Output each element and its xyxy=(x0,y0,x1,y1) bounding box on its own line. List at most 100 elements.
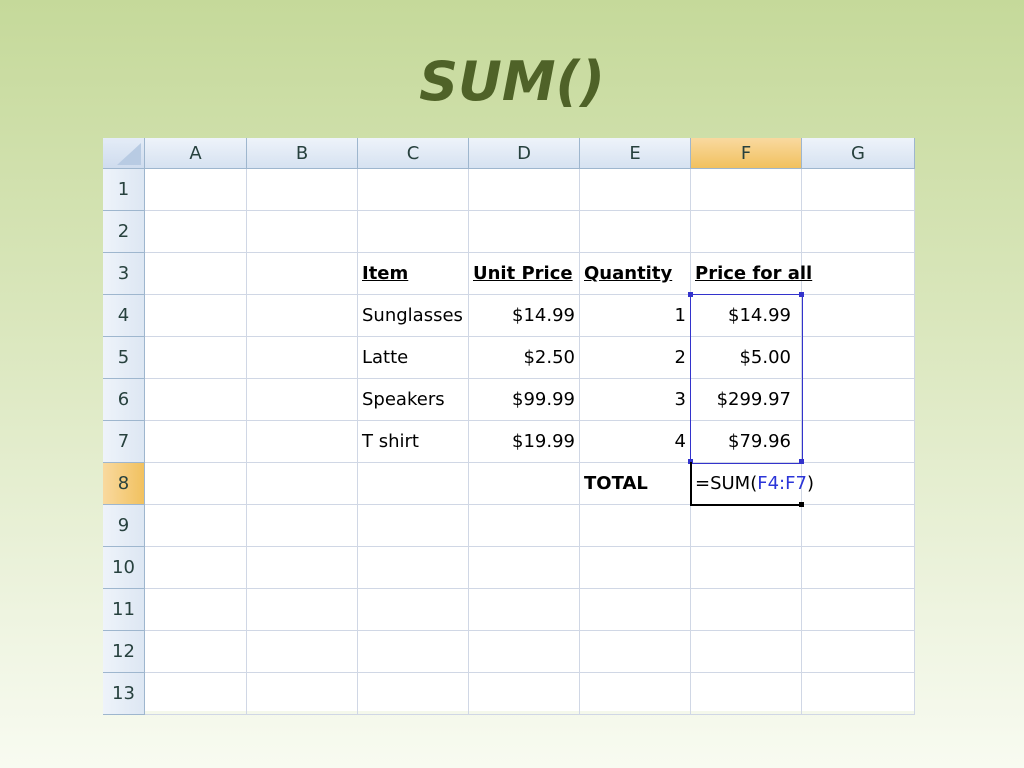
cell-b11[interactable] xyxy=(247,589,358,631)
row-header-7[interactable]: 7 xyxy=(103,421,145,463)
cell-b10[interactable] xyxy=(247,547,358,589)
row-header-1[interactable]: 1 xyxy=(103,169,145,211)
cell-d12[interactable] xyxy=(469,631,580,673)
cell-e8-total-label[interactable]: TOTAL xyxy=(580,463,691,505)
cell-b9[interactable] xyxy=(247,505,358,547)
column-header-d[interactable]: D xyxy=(469,138,580,169)
cell-d3-unit-price-header[interactable]: Unit Price xyxy=(469,253,580,295)
cell-e7-quantity[interactable]: 4 xyxy=(580,421,691,463)
column-header-e[interactable]: E xyxy=(580,138,691,169)
cell-f3-price-for-all-header[interactable]: Price for all xyxy=(691,253,812,295)
cell-f7-price-for-all[interactable]: $79.96 xyxy=(691,421,802,463)
cell-b4[interactable] xyxy=(247,295,358,337)
cell-f12[interactable] xyxy=(691,631,802,673)
cell-a9[interactable] xyxy=(145,505,247,547)
cell-c4-item[interactable]: Sunglasses xyxy=(358,295,469,337)
cell-g2[interactable] xyxy=(802,211,915,253)
cell-c3-item-header[interactable]: Item xyxy=(358,253,469,295)
cell-g5[interactable] xyxy=(802,337,915,379)
cell-c2[interactable] xyxy=(358,211,469,253)
row-header-4[interactable]: 4 xyxy=(103,295,145,337)
cell-c6-item[interactable]: Speakers xyxy=(358,379,469,421)
cell-a7[interactable] xyxy=(145,421,247,463)
cell-b7[interactable] xyxy=(247,421,358,463)
cell-d11[interactable] xyxy=(469,589,580,631)
cell-f9[interactable] xyxy=(691,505,802,547)
cell-a12[interactable] xyxy=(145,631,247,673)
cell-b13[interactable] xyxy=(247,673,358,715)
cell-f4-price-for-all[interactable]: $14.99 xyxy=(691,295,802,337)
cell-d10[interactable] xyxy=(469,547,580,589)
cell-a2[interactable] xyxy=(145,211,247,253)
cell-g11[interactable] xyxy=(802,589,915,631)
column-header-b[interactable]: B xyxy=(247,138,358,169)
cell-e13[interactable] xyxy=(580,673,691,715)
cell-f1[interactable] xyxy=(691,169,802,211)
cell-a3[interactable] xyxy=(145,253,247,295)
cell-c10[interactable] xyxy=(358,547,469,589)
cell-d5-unit-price[interactable]: $2.50 xyxy=(469,337,580,379)
cell-c13[interactable] xyxy=(358,673,469,715)
column-header-g[interactable]: G xyxy=(802,138,915,169)
cell-e1[interactable] xyxy=(580,169,691,211)
range-handle-bottom-left[interactable] xyxy=(688,459,693,464)
cell-d4-unit-price[interactable]: $14.99 xyxy=(469,295,580,337)
cell-b5[interactable] xyxy=(247,337,358,379)
cell-e5-quantity[interactable]: 2 xyxy=(580,337,691,379)
cell-e4-quantity[interactable]: 1 xyxy=(580,295,691,337)
column-header-c[interactable]: C xyxy=(358,138,469,169)
cell-a6[interactable] xyxy=(145,379,247,421)
cell-a8[interactable] xyxy=(145,463,247,505)
cell-g13[interactable] xyxy=(802,673,915,715)
row-header-5[interactable]: 5 xyxy=(103,337,145,379)
cell-a13[interactable] xyxy=(145,673,247,715)
cell-g9[interactable] xyxy=(802,505,915,547)
cell-f11[interactable] xyxy=(691,589,802,631)
cell-b12[interactable] xyxy=(247,631,358,673)
row-header-11[interactable]: 11 xyxy=(103,589,145,631)
cell-g12[interactable] xyxy=(802,631,915,673)
cell-c12[interactable] xyxy=(358,631,469,673)
cell-e3-quantity-header[interactable]: Quantity xyxy=(580,253,691,295)
cell-d2[interactable] xyxy=(469,211,580,253)
row-header-10[interactable]: 10 xyxy=(103,547,145,589)
range-handle-top-left[interactable] xyxy=(688,292,693,297)
cell-d8[interactable] xyxy=(469,463,580,505)
cell-a5[interactable] xyxy=(145,337,247,379)
cell-f10[interactable] xyxy=(691,547,802,589)
cell-a1[interactable] xyxy=(145,169,247,211)
row-header-9[interactable]: 9 xyxy=(103,505,145,547)
cell-e12[interactable] xyxy=(580,631,691,673)
cell-d13[interactable] xyxy=(469,673,580,715)
row-header-8[interactable]: 8 xyxy=(103,463,145,505)
cell-g10[interactable] xyxy=(802,547,915,589)
select-all-button[interactable] xyxy=(103,138,145,169)
row-header-13[interactable]: 13 xyxy=(103,673,145,715)
range-handle-top-right[interactable] xyxy=(799,292,804,297)
row-header-6[interactable]: 6 xyxy=(103,379,145,421)
cell-g6[interactable] xyxy=(802,379,915,421)
cell-f6-price-for-all[interactable]: $299.97 xyxy=(691,379,802,421)
cell-d1[interactable] xyxy=(469,169,580,211)
cell-e9[interactable] xyxy=(580,505,691,547)
cell-c7-item[interactable]: T shirt xyxy=(358,421,469,463)
fill-handle[interactable] xyxy=(799,502,804,507)
cell-b2[interactable] xyxy=(247,211,358,253)
cell-a11[interactable] xyxy=(145,589,247,631)
cell-g7[interactable] xyxy=(802,421,915,463)
cell-b8[interactable] xyxy=(247,463,358,505)
cell-f2[interactable] xyxy=(691,211,802,253)
cell-f5-price-for-all[interactable]: $5.00 xyxy=(691,337,802,379)
cell-e10[interactable] xyxy=(580,547,691,589)
row-header-12[interactable]: 12 xyxy=(103,631,145,673)
cell-c11[interactable] xyxy=(358,589,469,631)
cell-a10[interactable] xyxy=(145,547,247,589)
column-header-a[interactable]: A xyxy=(145,138,247,169)
cell-c5-item[interactable]: Latte xyxy=(358,337,469,379)
row-header-2[interactable]: 2 xyxy=(103,211,145,253)
cell-c1[interactable] xyxy=(358,169,469,211)
cell-d6-unit-price[interactable]: $99.99 xyxy=(469,379,580,421)
row-header-3[interactable]: 3 xyxy=(103,253,145,295)
cell-b3[interactable] xyxy=(247,253,358,295)
cell-e2[interactable] xyxy=(580,211,691,253)
